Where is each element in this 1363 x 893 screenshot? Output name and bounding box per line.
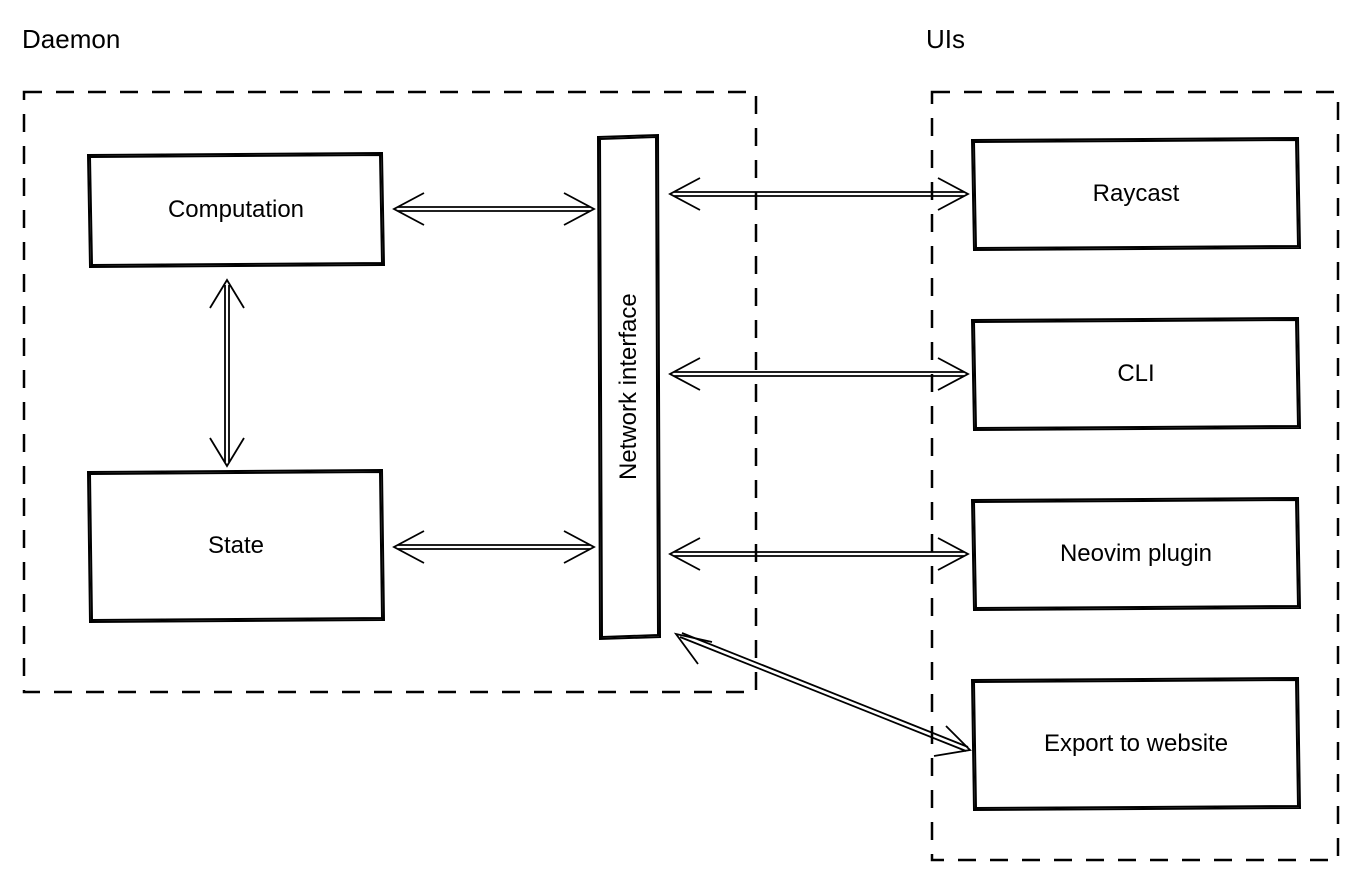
arrow-network-raycast [670,178,968,210]
cli-box [972,318,1300,430]
daemon-group [24,92,756,692]
state-box [88,470,384,622]
export-to-website-box [972,678,1300,810]
network-interface-box [598,135,660,639]
arrow-network-neovim [670,538,968,570]
raycast-box [972,138,1300,250]
arrow-computation-state [210,280,244,466]
arrow-state-network [394,531,594,563]
neovim-plugin-box [972,498,1300,610]
computation-box [88,153,384,267]
uis-group [932,92,1338,860]
arrow-network-export [676,633,970,756]
arrow-computation-network [394,193,594,225]
arrow-network-cli [670,358,968,390]
